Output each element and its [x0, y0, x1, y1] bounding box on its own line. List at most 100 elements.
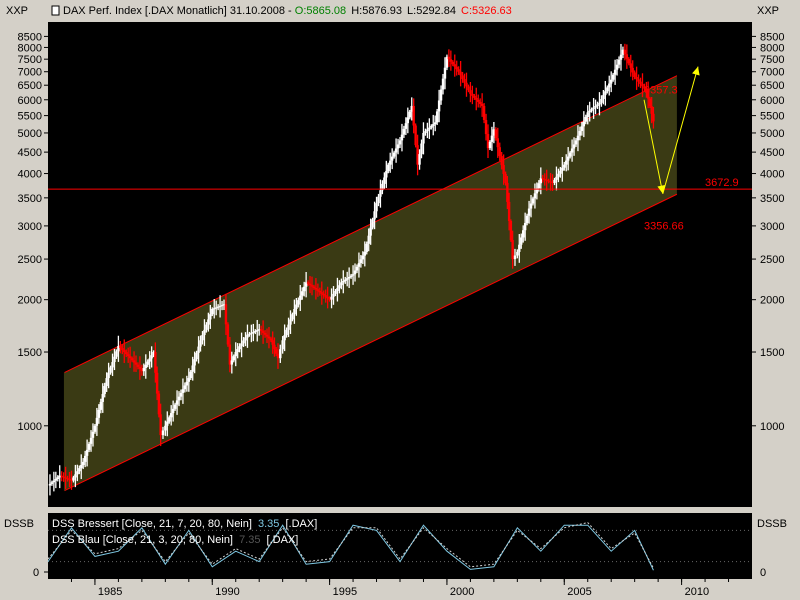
y-tick-label: 3500: [760, 193, 784, 205]
price-body: [287, 324, 290, 330]
price-body: [263, 332, 267, 335]
price-body: [507, 201, 511, 221]
price-body: [502, 165, 505, 174]
price-body: [523, 223, 527, 231]
right-axis-label: XXP: [757, 5, 779, 17]
price-body: [56, 477, 59, 480]
price-body: [209, 314, 212, 320]
price-body: [224, 304, 228, 325]
y-tick-label: 1000: [760, 421, 784, 433]
price-body: [371, 219, 374, 228]
price-body: [606, 87, 609, 92]
price-body: [322, 293, 325, 296]
price-body: [150, 355, 153, 359]
price-body: [602, 95, 605, 99]
annotation-label: 3356.66: [644, 220, 684, 232]
price-body: [123, 350, 126, 353]
y-tick-label: 3500: [18, 193, 42, 205]
price-body: [76, 471, 79, 475]
price-body: [157, 393, 161, 415]
price-body: [148, 358, 151, 362]
price-body: [369, 227, 372, 236]
price-body: [648, 98, 652, 107]
y-tick-label: 7000: [18, 67, 42, 79]
y-tick-label: 2000: [18, 295, 42, 307]
price-body: [475, 97, 478, 100]
y-tick-label: 8500: [18, 31, 42, 43]
price-body: [559, 170, 562, 174]
price-body: [617, 59, 621, 65]
x-tick-label: 2010: [685, 586, 709, 598]
price-body: [85, 449, 89, 456]
high-value: H:5876.93: [351, 5, 402, 17]
price-body: [168, 417, 171, 422]
price-body: [314, 287, 318, 290]
price-body: [191, 365, 194, 372]
price-body: [91, 431, 95, 438]
price-body: [422, 132, 425, 144]
price-body: [439, 89, 443, 101]
price-body: [418, 154, 421, 165]
price-body: [498, 147, 501, 157]
x-tick-label: 1990: [215, 586, 239, 598]
price-body: [650, 106, 653, 114]
price-body: [232, 356, 235, 361]
x-tick-label: 2000: [450, 586, 474, 598]
y-tick-label: 5000: [760, 128, 784, 140]
price-body: [324, 295, 327, 297]
price-body: [490, 135, 494, 142]
price-body: [207, 319, 210, 325]
price-body: [469, 90, 472, 94]
price-body: [203, 329, 206, 336]
y-tick-label: 6000: [18, 95, 42, 107]
price-body: [338, 285, 341, 289]
price-body: [639, 81, 642, 84]
price-body: [259, 329, 263, 332]
price-body: [271, 340, 274, 345]
price-body: [183, 385, 187, 390]
price-body: [121, 348, 124, 351]
price-body: [316, 289, 320, 291]
y-tick-label: 8000: [760, 42, 784, 54]
open-value: O:5865.08: [295, 5, 346, 17]
price-body: [459, 71, 462, 76]
y-axis-left: 1000 1500 2000 2500 3000 3500 4000 4500 5000 5500…: [18, 31, 48, 433]
price-body: [392, 152, 396, 157]
price-body: [211, 309, 214, 315]
price-body: [604, 91, 607, 96]
dss-bressert-value: 3.35: [258, 518, 279, 530]
price-body: [363, 251, 366, 256]
price-body: [574, 140, 578, 145]
price-body: [379, 190, 382, 197]
price-body: [166, 421, 169, 426]
price-body: [128, 356, 132, 359]
price-body: [144, 364, 147, 368]
price-body: [189, 371, 192, 379]
price-body: [586, 112, 589, 118]
y-tick-label: 2500: [760, 254, 784, 266]
price-body: [553, 179, 556, 183]
price-body: [522, 230, 525, 238]
oscillator-zero-label: 0: [33, 567, 39, 579]
price-body: [525, 215, 529, 224]
price-body: [275, 349, 278, 354]
price-body: [195, 352, 198, 360]
price-body: [557, 173, 560, 177]
price-body: [330, 296, 333, 300]
price-body: [461, 75, 464, 80]
price-body: [506, 182, 509, 202]
price-body: [205, 324, 208, 330]
price-body: [301, 291, 304, 296]
price-body: [383, 177, 386, 184]
price-body: [390, 156, 394, 161]
price-body: [244, 337, 247, 341]
y-tick-label: 7000: [760, 67, 784, 79]
price-body: [482, 105, 486, 121]
price-body: [295, 304, 298, 310]
price-body: [250, 332, 253, 334]
price-body: [447, 56, 451, 60]
price-body: [349, 275, 353, 277]
price-body: [134, 362, 138, 365]
price-body: [435, 111, 439, 123]
price-body: [561, 167, 564, 171]
